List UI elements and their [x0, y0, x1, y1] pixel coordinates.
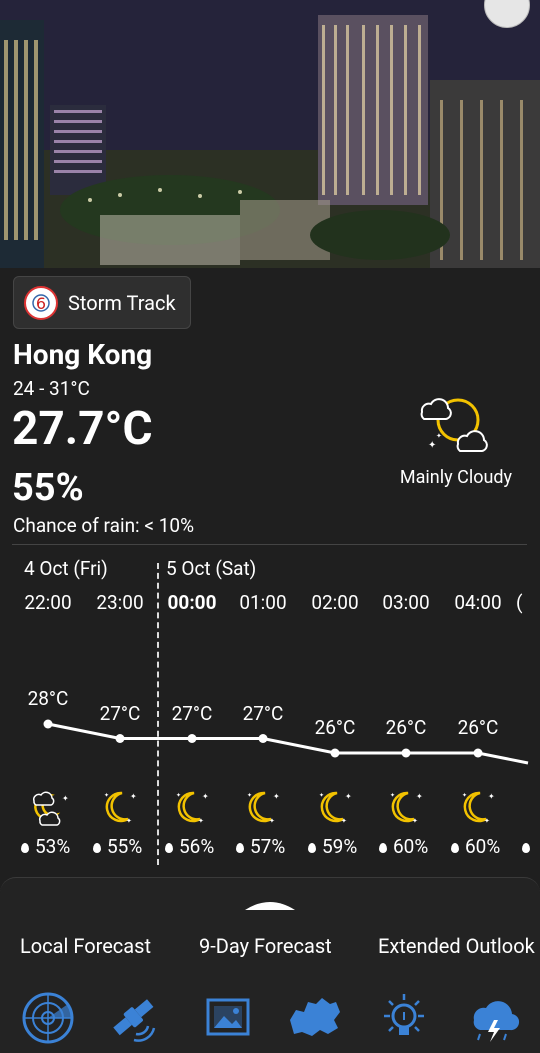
hour-label: 02:00 — [311, 591, 359, 614]
svg-text:✦: ✦ — [269, 817, 275, 825]
raindrop-icon — [165, 842, 173, 853]
hour-temperature: 26°C — [314, 716, 356, 739]
hour-label: 00:00 — [167, 591, 217, 614]
temperature-point — [115, 734, 125, 743]
hour-temperature: 27°C — [242, 702, 284, 725]
raindrop-icon — [379, 842, 387, 853]
svg-text:✦: ✦ — [412, 817, 418, 825]
temperature-point — [330, 748, 340, 758]
hour-temperature: 26°C — [385, 716, 427, 739]
rain-chance: 60% — [379, 835, 428, 858]
tab-local-forecast[interactable]: Local Forecast — [20, 934, 151, 958]
svg-text:✦: ✦ — [176, 792, 181, 799]
svg-text:✦: ✦ — [104, 792, 109, 799]
hour-temperature: 26°C — [457, 716, 499, 739]
skyline-illustration — [0, 0, 540, 268]
svg-text:✦: ✦ — [345, 792, 352, 801]
svg-text:✦: ✦ — [198, 817, 204, 825]
crescent-moon-icon: ✦ ✦ ✦ — [172, 787, 214, 827]
svg-text:✦: ✦ — [126, 817, 132, 825]
city-name: Hong Kong — [13, 338, 153, 371]
rain-chance: 56% — [165, 835, 214, 858]
svg-text:✦: ✦ — [484, 817, 490, 825]
rain-chance: 60% — [451, 835, 500, 858]
svg-text:✦: ✦ — [436, 432, 442, 440]
moon-cloud-icon: ✦ ✦ — [414, 386, 496, 458]
raindrop-icon — [93, 842, 101, 853]
raindrop-icon — [21, 842, 29, 853]
hour-temperature: 27°C — [99, 702, 141, 725]
condition-text: Mainly Cloudy — [399, 467, 513, 488]
svg-text:✦: ✦ — [202, 792, 209, 801]
hour-label: 23:00 — [96, 591, 144, 614]
svg-text:✦: ✦ — [319, 792, 324, 799]
rain-chance: 53% — [21, 835, 70, 858]
separator — [12, 544, 527, 545]
temperature-point — [473, 748, 483, 758]
current-humidity: 55% — [12, 466, 84, 510]
raindrop-icon — [308, 842, 316, 853]
svg-text:✦: ✦ — [62, 794, 69, 803]
thunderstorm-icon[interactable] — [466, 990, 522, 1046]
svg-text:✦: ✦ — [130, 792, 137, 801]
svg-text:✦: ✦ — [462, 792, 467, 799]
bulb-icon[interactable] — [376, 990, 432, 1046]
raindrop-icon — [522, 842, 530, 853]
radar-icon[interactable] — [20, 990, 76, 1046]
svg-text:✦: ✦ — [341, 817, 347, 825]
hour-label: 22:00 — [24, 591, 72, 614]
crescent-moon-icon: ✦ ✦ ✦ — [243, 787, 285, 827]
raindrop-icon — [451, 842, 459, 853]
temperature-point — [43, 719, 53, 729]
storm-track-label: Storm Track — [68, 291, 176, 315]
expand-handle-icon[interactable] — [243, 897, 297, 911]
current-temperature: 27.7°C — [12, 402, 153, 456]
temperature-range: 24 - 31°C — [13, 377, 90, 400]
cloudy-moon-icon: ✦ — [28, 787, 70, 827]
crescent-moon-icon: ✦ ✦ ✦ — [315, 787, 357, 827]
temperature-point — [401, 748, 411, 758]
svg-text:✦: ✦ — [390, 792, 395, 799]
rain-chance: 59% — [308, 835, 357, 858]
rain-chance: 57% — [236, 835, 285, 858]
rain-chance: 55% — [93, 835, 142, 858]
temperature-point — [187, 734, 197, 743]
svg-text:✦: ✦ — [247, 792, 252, 799]
temperature-point — [258, 734, 268, 743]
storm-track-icon: 6 — [24, 286, 58, 320]
hour-label: 01:00 — [239, 591, 287, 614]
storm-track-button[interactable]: 6 Storm Track — [13, 276, 191, 329]
hour-label: 03:00 — [382, 591, 430, 614]
hour-label-partial: ( — [516, 591, 523, 614]
day-label-2: 5 Oct (Sat) — [166, 557, 257, 580]
hour-label: 04:00 — [454, 591, 502, 614]
image-icon[interactable] — [200, 990, 256, 1046]
crescent-moon-icon: ✦ ✦ ✦ — [100, 787, 142, 827]
day-label-1: 4 Oct (Fri) — [24, 557, 108, 580]
hour-temperature: 27°C — [171, 702, 213, 725]
svg-text:✦: ✦ — [428, 440, 436, 451]
map-icon[interactable] — [286, 990, 342, 1046]
rain-chance-partial — [522, 835, 536, 858]
svg-text:✦: ✦ — [416, 792, 423, 801]
crescent-moon-icon: ✦ ✦ ✦ — [386, 787, 428, 827]
chance-of-rain: Chance of rain: < 10% — [13, 514, 195, 537]
svg-text:✦: ✦ — [273, 792, 280, 801]
hero-image — [0, 0, 540, 268]
tab-extended-outlook[interactable]: Extended Outlook — [378, 934, 540, 958]
crescent-moon-icon: ✦ ✦ ✦ — [458, 787, 500, 827]
svg-text:✦: ✦ — [488, 792, 495, 801]
hour-temperature: 28°C — [27, 687, 69, 710]
satellite-icon[interactable] — [106, 990, 162, 1046]
raindrop-icon — [236, 842, 244, 853]
tab-9-day-forecast[interactable]: 9-Day Forecast — [199, 934, 332, 958]
